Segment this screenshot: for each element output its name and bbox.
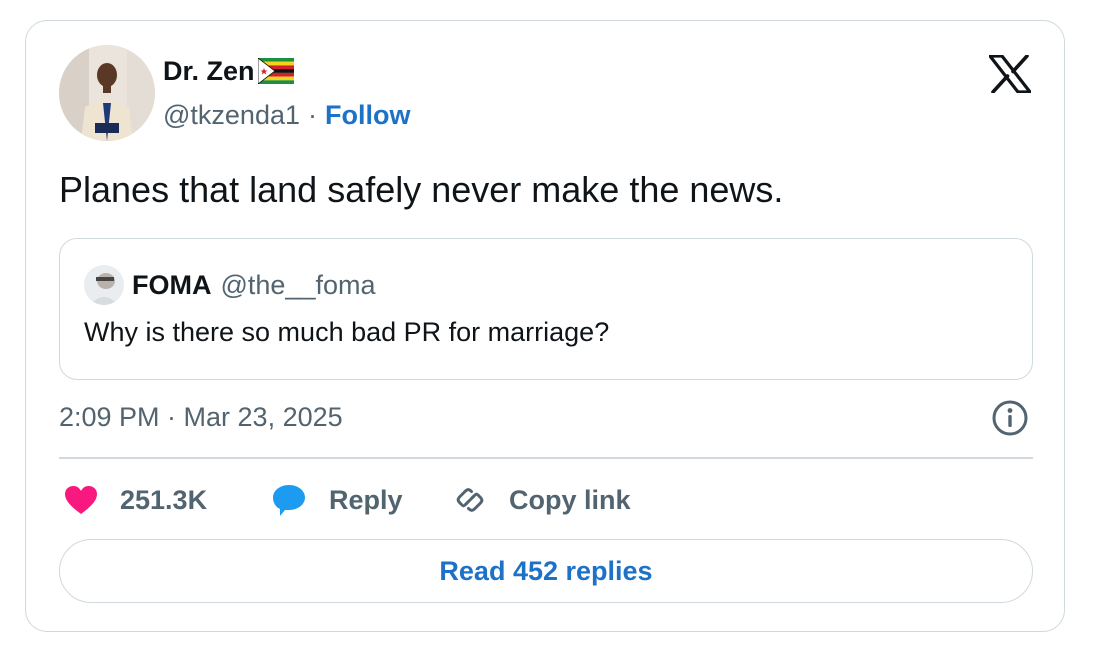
quoted-tweet[interactable]: FOMA @the__foma Why is there so much bad… xyxy=(59,238,1033,380)
quoted-handle: @the__foma xyxy=(220,269,376,300)
quoted-avatar[interactable] xyxy=(84,265,124,305)
info-icon[interactable] xyxy=(991,399,1029,437)
like-count: 251.3K xyxy=(120,484,208,515)
author-handle[interactable]: @tkzenda1 xyxy=(163,100,300,131)
reply-button[interactable]: Reply xyxy=(271,481,403,519)
tweet-card: Dr. Zen @tkzenda1 · Follow Planes that l… xyxy=(25,20,1065,632)
tweet-text: Planes that land safely never make the n… xyxy=(59,169,784,210)
divider xyxy=(59,457,1033,459)
reply-label: Reply xyxy=(329,484,403,515)
read-replies-button[interactable]: Read 452 replies xyxy=(59,539,1033,603)
author-name-row: Dr. Zen xyxy=(163,53,294,89)
copy-link-label: Copy link xyxy=(509,484,631,515)
like-button[interactable]: 251.3K xyxy=(64,481,207,519)
separator-dot: · xyxy=(308,99,317,130)
follow-button[interactable]: Follow xyxy=(325,100,410,131)
author-name[interactable]: Dr. Zen xyxy=(163,56,255,87)
tweet-timestamp[interactable]: 2:09 PM · Mar 23, 2025 xyxy=(59,399,343,435)
handle-row: @tkzenda1 · Follow xyxy=(163,97,410,133)
zimbabwe-flag-icon xyxy=(257,57,294,85)
link-icon xyxy=(453,483,487,517)
quoted-header: FOMA @the__foma xyxy=(132,267,375,303)
x-logo-icon[interactable] xyxy=(988,54,1032,94)
speech-bubble-icon xyxy=(271,483,307,517)
heart-icon xyxy=(64,485,98,515)
quoted-text: Why is there so much bad PR for marriage… xyxy=(84,317,610,347)
copy-link-button[interactable]: Copy link xyxy=(453,481,631,519)
author-avatar[interactable] xyxy=(59,45,155,141)
quoted-name: FOMA xyxy=(132,269,212,300)
